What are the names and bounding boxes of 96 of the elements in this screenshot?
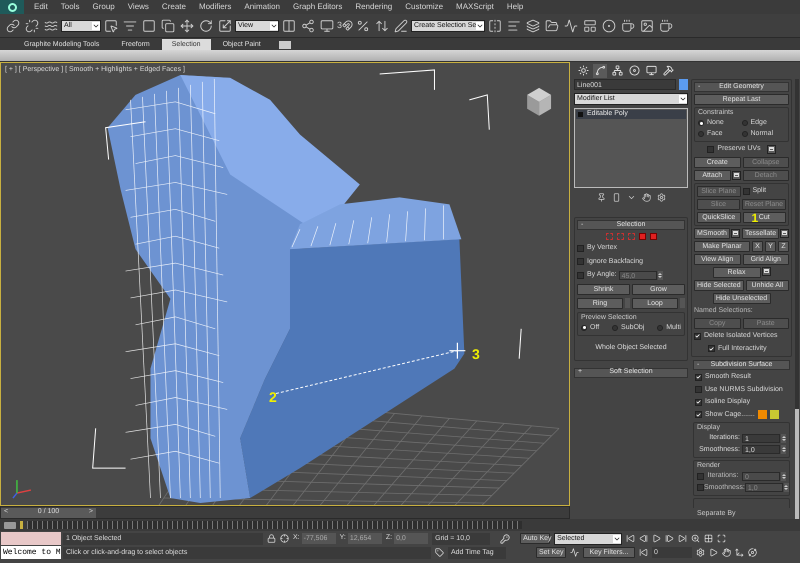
time-marker-icon xyxy=(20,521,23,529)
checkbox[interactable] xyxy=(697,484,704,492)
edit-named-selection-icon[interactable] xyxy=(392,16,410,34)
radio-button[interactable] xyxy=(612,324,618,331)
orbit-icon[interactable] xyxy=(748,548,757,557)
radio-button[interactable] xyxy=(698,130,704,137)
radio-button[interactable] xyxy=(581,324,587,331)
checkbox[interactable] xyxy=(577,258,584,266)
cage-color-swatch[interactable] xyxy=(770,410,779,420)
dropdown-arrow-icon[interactable] xyxy=(476,22,484,30)
dropdown-arrow-icon[interactable] xyxy=(613,534,622,542)
walk-through-icon[interactable] xyxy=(735,548,744,557)
dialog-icon[interactable] xyxy=(766,144,776,154)
zoom-all-icon[interactable] xyxy=(704,534,714,543)
menu-item[interactable]: Create xyxy=(162,1,186,13)
listener-output-field[interactable]: Welcome to M xyxy=(1,546,61,559)
hand-icon[interactable] xyxy=(642,193,650,202)
checkbox[interactable] xyxy=(707,146,714,153)
object-color-swatch[interactable] xyxy=(679,79,688,90)
checkbox[interactable] xyxy=(708,345,715,352)
layer-icon[interactable] xyxy=(524,16,542,34)
annotation-label: 3 xyxy=(472,345,480,364)
dropdown-arrow-icon[interactable] xyxy=(679,95,687,103)
radio-button[interactable] xyxy=(657,324,664,331)
menu-item[interactable]: Tools xyxy=(60,1,80,13)
dialog-icon[interactable] xyxy=(762,266,770,276)
annotation-label: 2 xyxy=(269,388,277,407)
go-to-start-icon[interactable] xyxy=(626,534,636,543)
show-end-result-icon[interactable] xyxy=(612,193,620,202)
menu-item[interactable]: Group xyxy=(92,1,115,13)
previous-frame-icon[interactable] xyxy=(639,534,648,543)
display-tab-icon[interactable] xyxy=(644,64,658,78)
axis-icon xyxy=(12,480,32,498)
tag-icon[interactable] xyxy=(435,548,444,557)
zoom-extents-icon[interactable] xyxy=(717,534,726,543)
radio-button[interactable] xyxy=(742,130,748,137)
checkbox[interactable] xyxy=(694,332,701,340)
menu-item[interactable]: Customize xyxy=(405,1,444,13)
play-icon[interactable] xyxy=(652,534,662,543)
go-to-end-icon[interactable] xyxy=(678,534,688,543)
menu-item[interactable]: Edit xyxy=(34,1,48,13)
dialog-icon[interactable] xyxy=(730,228,740,238)
menu-item[interactable]: Help xyxy=(506,1,524,13)
go-to-start-icon[interactable] xyxy=(639,548,648,557)
key-tangent-icon[interactable] xyxy=(570,548,579,557)
checkbox[interactable] xyxy=(697,472,704,480)
checkbox[interactable] xyxy=(577,244,584,252)
unique-icon[interactable] xyxy=(626,193,636,202)
zoom-icon[interactable] xyxy=(691,534,700,543)
pin-icon[interactable] xyxy=(596,193,606,202)
create-tab-icon[interactable] xyxy=(576,64,590,78)
radio-button[interactable] xyxy=(742,120,748,126)
configure-icon[interactable] xyxy=(656,193,666,202)
next-frame-icon[interactable] xyxy=(665,534,674,543)
checkbox[interactable] xyxy=(695,374,702,381)
snap-toggle[interactable]: 3 xyxy=(337,16,354,34)
spinner-arrows-icon[interactable] xyxy=(658,270,663,280)
dropdown-arrow-icon[interactable] xyxy=(92,22,100,30)
ribbon-options-icon[interactable] xyxy=(278,41,291,49)
app-logo-icon[interactable] xyxy=(0,0,24,14)
checkbox[interactable] xyxy=(742,188,750,194)
mini-curve-editor-icon[interactable] xyxy=(4,522,16,528)
hierarchy-tab-icon[interactable] xyxy=(610,64,624,78)
window-crossing-icon[interactable] xyxy=(159,16,177,34)
cursor-icon xyxy=(449,342,466,359)
cage-color-swatch[interactable] xyxy=(758,410,767,420)
dialog-icon[interactable] xyxy=(732,170,740,180)
menu-item[interactable]: Rendering xyxy=(355,1,392,13)
viewcube-icon[interactable] xyxy=(527,88,552,116)
checkbox[interactable] xyxy=(695,411,702,418)
modify-tab-icon[interactable] xyxy=(593,64,607,78)
checkbox[interactable] xyxy=(695,398,702,406)
checkbox[interactable] xyxy=(695,386,702,394)
spinner-arrows-icon[interactable] xyxy=(781,434,786,443)
menu-item[interactable]: Graph Editors xyxy=(292,1,342,13)
motion-tab-icon[interactable] xyxy=(627,64,641,78)
material-editor-icon[interactable] xyxy=(600,16,618,34)
field-of-view-icon[interactable] xyxy=(709,548,718,557)
dialog-icon[interactable] xyxy=(780,228,790,238)
crosshair-icon[interactable] xyxy=(280,534,289,543)
time-config-icon[interactable] xyxy=(696,548,705,557)
menu-item[interactable]: Modifiers xyxy=(198,1,232,13)
checkbox[interactable] xyxy=(577,272,584,279)
radio-button[interactable] xyxy=(698,120,704,126)
listener-input-field[interactable] xyxy=(1,532,61,545)
utilities-tab-icon[interactable] xyxy=(661,64,675,78)
menu-item[interactable]: Views xyxy=(128,1,149,13)
spinner-arrows-icon[interactable] xyxy=(781,445,786,454)
lock-icon[interactable] xyxy=(267,534,276,543)
menu-item[interactable]: Animation xyxy=(244,1,280,13)
menu-item[interactable]: MAXScript xyxy=(456,1,494,13)
spinner-arrows-icon[interactable] xyxy=(784,483,789,492)
pan-icon[interactable] xyxy=(722,548,731,557)
unlink-icon[interactable] xyxy=(23,16,41,34)
dropdown-arrow-icon[interactable] xyxy=(270,22,278,30)
spinner-arrows-icon[interactable] xyxy=(781,472,786,481)
